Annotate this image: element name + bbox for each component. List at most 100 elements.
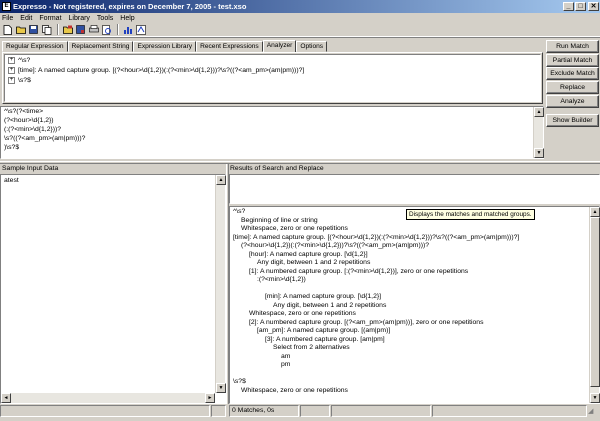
regex-line: )\s?$ <box>4 144 20 151</box>
regex-line: ^\s?(?<time> <box>4 108 44 115</box>
menu-help[interactable]: Help <box>120 15 134 22</box>
tab-expression-library[interactable]: Expression Library <box>133 41 197 52</box>
expand-icon[interactable]: + <box>8 57 15 64</box>
maximize-button[interactable]: □ <box>575 2 586 11</box>
scroll-thumb[interactable] <box>590 217 600 387</box>
result-line: Whitespace, zero or one repetitions <box>241 386 348 394</box>
tab-replacement-string[interactable]: Replacement String <box>67 41 134 52</box>
tree-node[interactable]: + ^\s? <box>8 57 30 64</box>
result-line: ^\s? <box>233 208 246 215</box>
replace-button[interactable]: Replace <box>546 81 599 94</box>
tree-node[interactable]: + [time]: A named capture group. [(?<hour… <box>8 67 304 74</box>
menu-tools[interactable]: Tools <box>97 15 113 22</box>
result-line: Any digit, between 1 and 2 repetitions <box>273 301 387 309</box>
scroll-up-arrow-icon[interactable]: ▲ <box>534 107 544 117</box>
status-panel-left <box>0 405 210 417</box>
sample-input-text: atest <box>4 177 19 184</box>
result-line: [hour]: A named capture group. [\d{1,2}] <box>249 250 368 258</box>
window-title: Expresso - Not registered, expires on De… <box>13 2 247 11</box>
expand-icon[interactable]: + <box>8 77 15 84</box>
toolbar-separator <box>57 24 59 35</box>
expand-icon[interactable]: + <box>8 67 15 74</box>
sample-scrollbar-vertical[interactable]: ▲ ▼ <box>215 175 226 393</box>
menu-format[interactable]: Format <box>39 15 61 22</box>
show-builder-button[interactable]: Show Builder <box>546 114 599 127</box>
scroll-down-arrow-icon[interactable]: ▼ <box>534 148 544 158</box>
status-panel <box>331 405 431 417</box>
menu-bar: File Edit Format Library Tools Help <box>0 13 600 23</box>
scroll-left-arrow-icon[interactable]: ◄ <box>1 393 11 403</box>
result-line: Select from 2 alternatives <box>273 344 350 351</box>
sample-input-textarea[interactable]: atest ▲ ▼ ◄ ► <box>0 174 226 404</box>
result-line: pm <box>281 361 291 368</box>
help-icon[interactable] <box>135 24 146 35</box>
tooltip: Displays the matches and matched groups. <box>406 209 535 220</box>
print-icon[interactable] <box>88 24 99 35</box>
app-icon[interactable]: E <box>2 2 11 11</box>
result-line: [1]: A numbered capture group. [:(?<min>… <box>249 267 469 275</box>
status-matches: 0 Matches, 0s <box>229 405 299 417</box>
menu-edit[interactable]: Edit <box>20 15 32 22</box>
print-preview-icon[interactable] <box>101 24 112 35</box>
horizontal-splitter[interactable] <box>0 161 600 164</box>
scroll-right-arrow-icon[interactable]: ► <box>205 393 215 403</box>
result-line: Any digit, between 1 and 2 repetitions <box>257 259 371 266</box>
status-panel <box>432 405 587 417</box>
resize-grip-icon[interactable]: ◢ <box>588 407 599 417</box>
scroll-up-arrow-icon[interactable]: ▲ <box>216 175 226 185</box>
result-line: [3]: A numbered capture group. [am|pm] <box>265 335 385 343</box>
result-line: [time]: A named capture group. [(?<hour>… <box>233 233 520 241</box>
tab-regular-expression[interactable]: Regular Expression <box>2 41 68 52</box>
status-panel-small <box>211 405 226 417</box>
save-icon[interactable] <box>28 24 39 35</box>
close-button[interactable]: ✕ <box>588 2 599 11</box>
result-line: Beginning of line or string <box>241 216 318 224</box>
regex-line: \s?((?<am_pm>(am|pm)))? <box>4 135 86 142</box>
partial-match-button[interactable]: Partial Match <box>546 54 599 67</box>
exclude-match-button[interactable]: Exclude Match <box>546 67 599 80</box>
title-bar: Expresso - Not registered, expires on De… <box>0 0 600 13</box>
regex-scrollbar[interactable]: ▲ ▼ <box>533 107 544 158</box>
tab-recent-expressions[interactable]: Recent Expressions <box>196 41 263 52</box>
menu-file[interactable]: File <box>2 15 13 22</box>
run-match-button[interactable]: Run Match <box>546 40 599 53</box>
tab-strip: Regular Expression Replacement String Ex… <box>2 40 328 52</box>
result-line: :(?<min>\d{1,2}) <box>257 276 306 283</box>
toolbar <box>0 23 600 37</box>
results-scrollbar[interactable]: ▲ ▼ <box>589 207 600 403</box>
result-line: [am_pm]: A named capture group. [(am|pm)… <box>257 327 391 334</box>
open-library-icon[interactable] <box>62 24 73 35</box>
results-label: Results of Search and Replace <box>230 165 324 172</box>
menu-library[interactable]: Library <box>69 15 90 22</box>
result-line: am <box>281 352 291 360</box>
result-line: Whitespace, zero or one repetitions <box>241 225 348 232</box>
results-match-list[interactable] <box>229 174 600 204</box>
scroll-down-arrow-icon[interactable]: ▼ <box>590 393 600 403</box>
tab-analyzer[interactable]: Analyzer <box>262 40 297 52</box>
status-panel <box>300 405 330 417</box>
open-folder-icon[interactable] <box>15 24 26 35</box>
results-analysis-view[interactable]: ^\s? Beginning of line or string Whitespac… <box>229 206 600 404</box>
build-chart-icon[interactable] <box>122 24 133 35</box>
result-line: \s?$ <box>233 378 246 385</box>
save-library-icon[interactable] <box>75 24 86 35</box>
scroll-down-arrow-icon[interactable]: ▼ <box>216 383 226 393</box>
regex-line: (:(?<min>\d{1,2}))? <box>4 126 62 133</box>
result-line: [min]: A named capture group. [\d{1,2}] <box>265 293 382 300</box>
copy-icon[interactable] <box>41 24 52 35</box>
analyze-button[interactable]: Analyze <box>546 95 599 108</box>
tree-node[interactable]: + \s?$ <box>8 77 31 84</box>
sample-scrollbar-horizontal[interactable]: ◄ ► <box>1 393 215 403</box>
result-line: [2]: A numbered capture group. [(?<am_pm… <box>249 318 484 326</box>
result-line: (?<hour>\d{1,2})(:(?<min>\d{1,2}))?\s?((… <box>241 242 430 249</box>
toolbar-separator <box>117 24 119 35</box>
scroll-up-arrow-icon[interactable]: ▲ <box>590 207 600 217</box>
result-line: Whitespace, zero or one repetitions <box>249 310 356 317</box>
minimize-button[interactable]: _ <box>563 2 574 11</box>
regex-line: (?<hour>\d{1,2}) <box>4 117 54 124</box>
analyzer-tree[interactable]: + ^\s? + [time]: A named capture group. [(… <box>4 54 541 102</box>
new-file-icon[interactable] <box>2 24 13 35</box>
tab-options[interactable]: Options <box>296 41 328 52</box>
sample-input-label: Sample Input Data <box>2 165 59 172</box>
regex-editor[interactable]: ^\s?(?<time> (?<hour>\d{1,2}) (:(?<min>\… <box>0 106 544 159</box>
